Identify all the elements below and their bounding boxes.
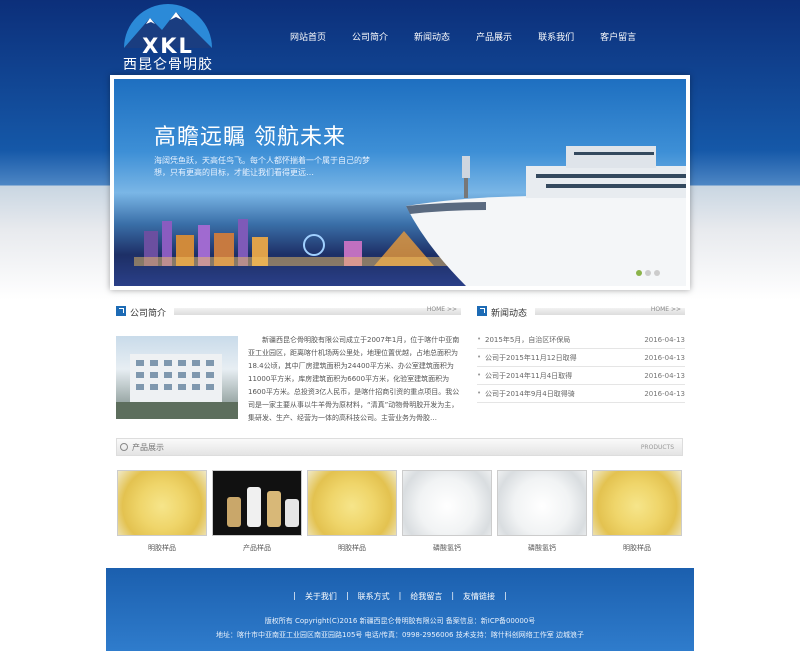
banner-subtitle: 海阔凭鱼跃，天高任鸟飞。每个人都怀揣着一个属于自己的梦想，只有更高的目标，才能让… (154, 156, 370, 177)
footer-address: 地址：喀什市中亚南亚工业园区南亚园路105号 电话/传真：0998-295600… (216, 631, 584, 639)
about-text: 新疆西昆仑骨明胶有限公司成立于2007年1月，位于喀什中亚南亚工业园区，距离喀什… (248, 336, 460, 422)
logo[interactable]: XKL 西昆仑骨明胶 (120, 4, 216, 73)
product-card[interactable]: 产品样品 (212, 470, 302, 553)
news-item[interactable]: 公司于2014年11月4日取得 2016-04-13 (477, 367, 685, 385)
product-card[interactable]: 明胶样品 (307, 470, 397, 553)
news-item-date: 2016-04-13 (644, 335, 685, 344)
product-card[interactable]: 明胶样品 (592, 470, 682, 553)
product-caption[interactable]: 产品样品 (212, 543, 302, 553)
banner-frame: 高瞻远瞩 领航未来 海阔凭鱼跃，天高任鸟飞。每个人都怀揣着一个属于自己的梦想，只… (110, 75, 690, 290)
product-caption[interactable]: 明胶样品 (307, 543, 397, 553)
arrow-icon (477, 306, 487, 316)
slider-dot[interactable] (636, 270, 642, 276)
header-bar (174, 308, 461, 315)
news-item-title[interactable]: 2015年5月，自治区环保局 (485, 335, 570, 345)
nav-news[interactable]: 新闻动态 (414, 30, 450, 43)
news-item[interactable]: 2015年5月，自治区环保局 2016-04-13 (477, 331, 685, 349)
footer-link-message[interactable]: 给我留言 (410, 591, 442, 602)
banner-title: 高瞻远瞩 领航未来 (154, 125, 346, 150)
product-card[interactable]: 明胶样品 (117, 470, 207, 553)
footer: | 关于我们 | 联系方式 | 给我留言 | 友情链接 | 版权所有 Copyr… (106, 568, 694, 651)
slider-dot[interactable] (654, 270, 660, 276)
nav-about[interactable]: 公司简介 (352, 30, 388, 43)
about-more-link[interactable]: HOME >> (427, 306, 457, 313)
product-image[interactable] (307, 470, 397, 536)
product-image[interactable] (117, 470, 207, 536)
slider-dot[interactable] (645, 270, 651, 276)
footer-copyright: 版权所有 Copyright(C)2016 新疆西昆仑骨明胶有限公司 备案信息：… (264, 617, 536, 625)
footer-link-friends[interactable]: 友情链接 (463, 591, 495, 602)
product-image[interactable] (402, 470, 492, 536)
news-item-title[interactable]: 公司于2014年11月4日取得 (485, 371, 572, 381)
about-title: 公司简介 (130, 309, 167, 319)
products-section-header: 产品展示 PRODUCTS (116, 438, 683, 456)
footer-links: | 关于我们 | 联系方式 | 给我留言 | 友情链接 | (293, 591, 507, 602)
product-caption[interactable]: 明胶样品 (117, 543, 207, 553)
news-item[interactable]: 公司于2015年11月12日取得 2016-04-13 (477, 349, 685, 367)
news-list: 2015年5月，自治区环保局 2016-04-13 公司于2015年11月12日取… (477, 331, 685, 403)
circle-arrow-icon (120, 443, 128, 451)
news-section-header: 新闻动态 HOME >> (477, 306, 685, 319)
product-caption[interactable]: 明胶样品 (592, 543, 682, 553)
product-image[interactable] (497, 470, 587, 536)
news-item-date: 2016-04-13 (644, 389, 685, 398)
nav-message[interactable]: 客户留言 (600, 30, 636, 43)
product-caption[interactable]: 磷酸氢钙 (402, 543, 492, 553)
products-more-link[interactable]: PRODUCTS (641, 444, 674, 451)
product-caption[interactable]: 磷酸氢钙 (497, 543, 587, 553)
product-image[interactable] (592, 470, 682, 536)
product-image[interactable] (212, 470, 302, 536)
company-building-image[interactable] (116, 336, 238, 419)
footer-link-about[interactable]: 关于我们 (305, 591, 337, 602)
news-item-title[interactable]: 公司于2014年9月4日取得骑 (485, 389, 575, 399)
nav-home[interactable]: 网站首页 (290, 30, 326, 43)
main-nav: 网站首页 公司简介 新闻动态 产品展示 联系我们 客户留言 (290, 30, 662, 43)
banner-slide[interactable]: 高瞻远瞩 领航未来 海阔凭鱼跃，天高任鸟飞。每个人都怀揣着一个属于自己的梦想，只… (114, 79, 686, 286)
arrow-icon (116, 306, 126, 316)
news-item-date: 2016-04-13 (644, 371, 685, 380)
about-section-header: 公司简介 HOME >> (116, 306, 461, 319)
news-more-link[interactable]: HOME >> (651, 306, 681, 313)
product-gallery: 明胶样品 产品样品 明胶样品 磷酸氢钙 磷酸氢钙 明胶样品 (117, 470, 687, 553)
nav-products[interactable]: 产品展示 (476, 30, 512, 43)
news-item-date: 2016-04-13 (644, 353, 685, 362)
product-card[interactable]: 磷酸氢钙 (402, 470, 492, 553)
slider-dots (633, 270, 660, 276)
news-title: 新闻动态 (491, 309, 528, 319)
products-title: 产品展示 (132, 443, 164, 452)
product-card[interactable]: 磷酸氢钙 (497, 470, 587, 553)
cruise-ship-graphic (406, 146, 686, 286)
nav-contact[interactable]: 联系我们 (538, 30, 574, 43)
logo-company-name: 西昆仑骨明胶 (123, 57, 213, 73)
footer-link-contact[interactable]: 联系方式 (358, 591, 390, 602)
news-item[interactable]: 公司于2014年9月4日取得骑 2016-04-13 (477, 385, 685, 403)
news-item-title[interactable]: 公司于2015年11月12日取得 (485, 353, 577, 363)
